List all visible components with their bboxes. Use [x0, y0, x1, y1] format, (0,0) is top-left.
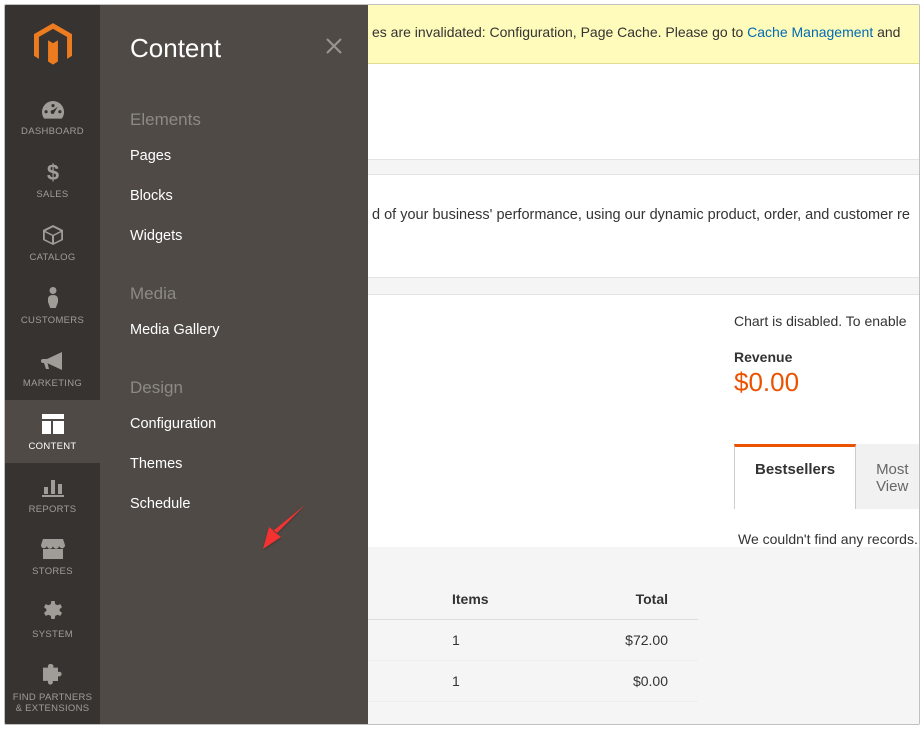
nav-dashboard[interactable]: DASHBOARD [5, 85, 100, 148]
bars-icon [42, 475, 64, 499]
box-icon [41, 223, 65, 247]
nav-label: SALES [36, 190, 68, 201]
flyout-item-pages[interactable]: Pages [100, 136, 368, 176]
flyout-section-design: Design [100, 350, 368, 404]
flyout-item-configuration[interactable]: Configuration [100, 404, 368, 444]
nav-label: SYSTEM [32, 630, 73, 641]
store-icon [41, 537, 65, 561]
flyout-section-media: Media [100, 256, 368, 310]
nav-label: STORES [32, 567, 73, 578]
flyout-item-media-gallery[interactable]: Media Gallery [100, 310, 368, 350]
no-records-text: We couldn't find any records. [368, 509, 919, 547]
nav-label: MARKETING [23, 379, 82, 390]
cell-items: 1 [368, 673, 567, 689]
cell-items: 1 [368, 632, 567, 648]
gear-icon [42, 600, 64, 624]
revenue-value: $0.00 [734, 367, 919, 398]
revenue-label: Revenue [734, 349, 919, 365]
nav-customers[interactable]: CUSTOMERS [5, 274, 100, 337]
nav-label: CUSTOMERS [21, 316, 84, 327]
notice-text: es are invalidated: Configuration, Page … [372, 24, 747, 40]
tab-bestsellers[interactable]: Bestsellers [734, 444, 856, 509]
notice-text-suffix: and [873, 24, 900, 40]
nav-reports[interactable]: REPORTS [5, 463, 100, 526]
layout-icon [42, 412, 64, 436]
dashboard-panel: Chart is disabled. To enable Revenue $0.… [368, 294, 919, 547]
dollar-icon: $ [46, 160, 60, 184]
person-icon [45, 286, 61, 310]
col-total-header: Total [567, 591, 698, 607]
nav-label: CATALOG [29, 253, 75, 264]
svg-text:$: $ [46, 160, 58, 184]
table-row[interactable]: 1 $72.00 [368, 620, 698, 661]
gauge-icon [40, 97, 66, 121]
close-icon[interactable] [324, 36, 344, 61]
col-items-header: Items [368, 591, 567, 607]
nav-stores[interactable]: STORES [5, 525, 100, 588]
megaphone-icon [41, 349, 65, 373]
flyout-section-elements: Elements [100, 82, 368, 136]
cell-total: $0.00 [567, 673, 698, 689]
admin-sidebar: DASHBOARD $ SALES CATALOG CUSTOMERS MARK… [5, 5, 100, 724]
flyout-item-themes[interactable]: Themes [100, 444, 368, 484]
cache-notice: es are invalidated: Configuration, Page … [368, 5, 919, 64]
puzzle-icon [42, 663, 64, 687]
nav-marketing[interactable]: MARKETING [5, 337, 100, 400]
performance-text: d of your business' performance, using o… [368, 174, 919, 278]
table-row[interactable]: 1 $0.00 [368, 661, 698, 702]
nav-catalog[interactable]: CATALOG [5, 211, 100, 274]
flyout-item-schedule[interactable]: Schedule [100, 484, 368, 524]
nav-system[interactable]: SYSTEM [5, 588, 100, 651]
content-flyout: Content Elements Pages Blocks Widgets Me… [100, 5, 368, 724]
nav-label: DASHBOARD [21, 127, 84, 138]
magento-logo-icon [30, 23, 76, 67]
flyout-item-widgets[interactable]: Widgets [100, 216, 368, 256]
cache-management-link[interactable]: Cache Management [747, 24, 873, 40]
tab-most-viewed[interactable]: Most View [856, 444, 919, 509]
nav-label: REPORTS [29, 505, 77, 516]
dashboard-tabs: Bestsellers Most View [734, 444, 919, 509]
flyout-item-blocks[interactable]: Blocks [100, 176, 368, 216]
orders-header-row: Items Total [368, 591, 698, 620]
nav-label: FIND PARTNERS & EXTENSIONS [9, 693, 96, 715]
nav-content[interactable]: CONTENT [5, 400, 100, 463]
flyout-title: Content [130, 33, 221, 64]
cell-total: $72.00 [567, 632, 698, 648]
nav-find-partners[interactable]: FIND PARTNERS & EXTENSIONS [5, 651, 100, 725]
nav-label: CONTENT [28, 442, 76, 453]
header-area [368, 64, 919, 160]
revenue-block: Revenue $0.00 [368, 349, 919, 398]
chart-disabled-note: Chart is disabled. To enable [368, 313, 919, 349]
orders-table: Items Total 1 $72.00 1 $0.00 [368, 591, 698, 702]
nav-sales[interactable]: $ SALES [5, 148, 100, 211]
